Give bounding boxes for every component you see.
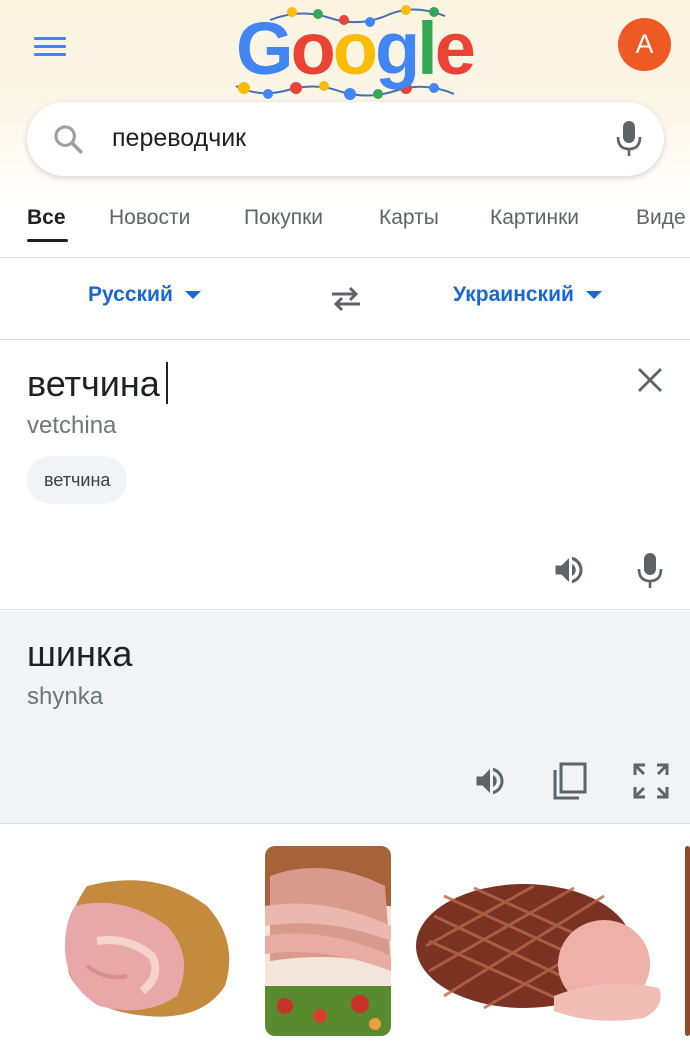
source-transliteration: vetchina xyxy=(27,412,117,439)
tab-shopping[interactable]: Покупки xyxy=(244,206,323,230)
translated-transliteration: shynka xyxy=(27,683,104,710)
clear-text-icon[interactable] xyxy=(636,366,664,394)
ham-image-1[interactable] xyxy=(27,846,252,1036)
fullscreen-icon[interactable] xyxy=(633,763,669,799)
ham-image-2[interactable] xyxy=(265,846,391,1036)
tab-all[interactable]: Все xyxy=(27,206,66,230)
speaker-icon[interactable] xyxy=(551,552,587,588)
image-results-strip xyxy=(0,826,690,1059)
chevron-down-icon xyxy=(184,291,201,300)
source-text-panel: ветчина vetchina ветчина xyxy=(0,340,690,609)
language-selector-row: Русский Украинский xyxy=(0,259,690,339)
translation-result-panel: шинка shynka xyxy=(0,611,690,823)
google-search-page: Google A переводчик Все Новости Покупки … xyxy=(0,0,690,1059)
swap-arrows-icon[interactable] xyxy=(328,283,364,313)
hamburger-menu-icon[interactable] xyxy=(34,37,66,59)
target-language-label: Украинский xyxy=(453,283,574,306)
search-box[interactable]: переводчик xyxy=(27,102,664,176)
text-cursor xyxy=(165,362,168,404)
search-tabs: Все Новости Покупки Карты Картинки Виде xyxy=(0,196,690,246)
tab-news[interactable]: Новости xyxy=(109,206,190,230)
tab-videos[interactable]: Виде xyxy=(636,206,686,230)
ham-image-3[interactable] xyxy=(404,846,676,1036)
copy-icon[interactable] xyxy=(553,762,587,800)
divider xyxy=(0,257,690,258)
account-avatar[interactable]: A xyxy=(618,18,671,71)
suggestion-chip[interactable]: ветчина xyxy=(27,456,128,504)
source-language-label: Русский xyxy=(88,283,173,306)
header: Google A переводчик Все Новости Покупки … xyxy=(0,0,690,258)
translated-text: шинка xyxy=(27,633,133,674)
source-language-select[interactable]: Русский xyxy=(88,283,201,307)
google-doodle-logo[interactable]: Google xyxy=(230,2,476,102)
microphone-icon[interactable] xyxy=(616,120,642,158)
tab-images[interactable]: Картинки xyxy=(490,206,579,230)
microphone-icon[interactable] xyxy=(637,552,663,590)
ham-image-4-partial[interactable] xyxy=(685,846,690,1036)
source-text-input[interactable]: ветчина xyxy=(27,362,168,405)
search-input[interactable]: переводчик xyxy=(112,124,246,153)
google-logo-text: Google xyxy=(236,7,476,90)
speaker-icon[interactable] xyxy=(472,763,508,799)
search-icon[interactable] xyxy=(51,122,85,156)
active-tab-indicator xyxy=(27,239,68,242)
source-text: ветчина xyxy=(27,363,160,404)
divider xyxy=(0,823,690,824)
divider xyxy=(0,609,690,610)
target-language-select[interactable]: Украинский xyxy=(453,283,602,307)
chevron-down-icon xyxy=(585,291,602,300)
tab-maps[interactable]: Карты xyxy=(379,206,439,230)
